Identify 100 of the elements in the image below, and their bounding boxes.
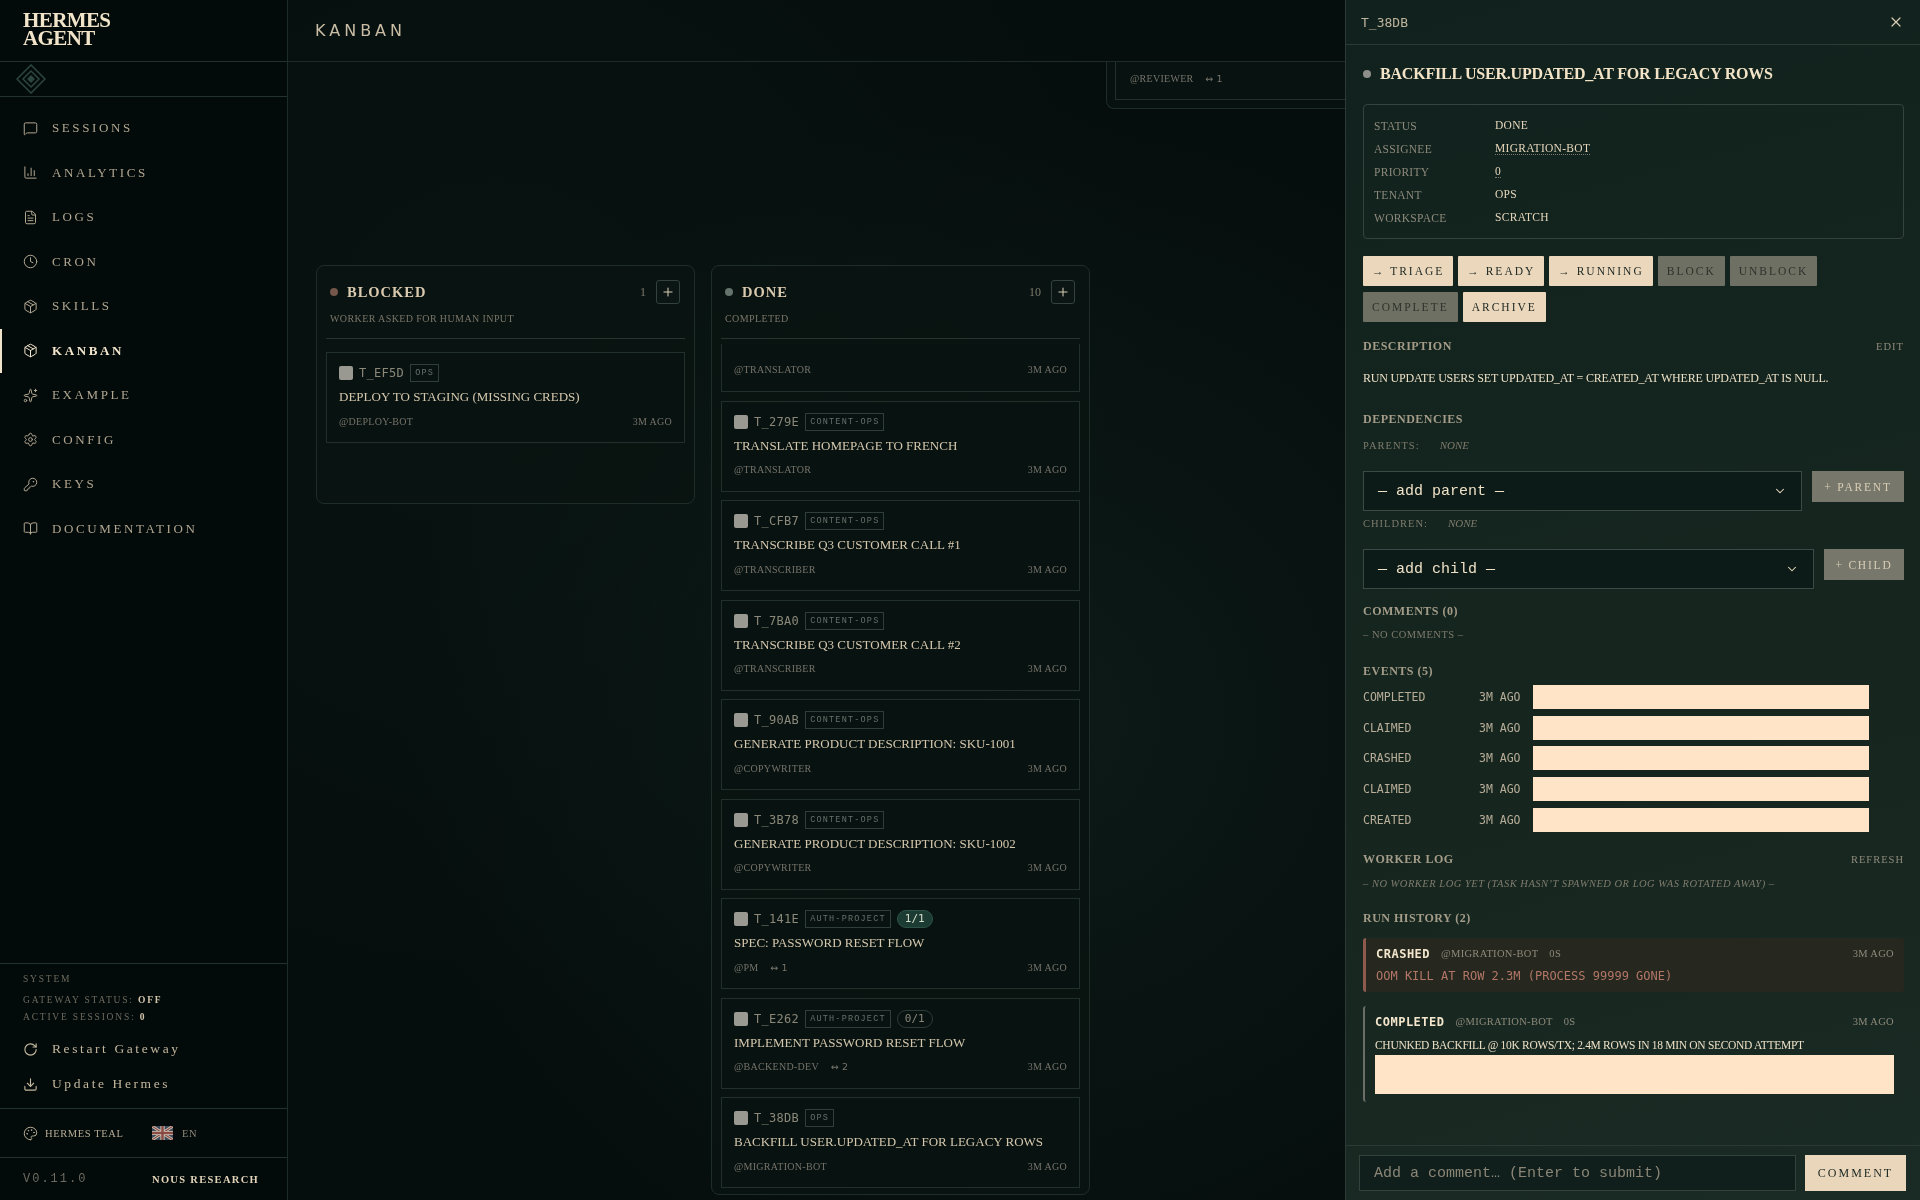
task-id: T_E262 [754, 1011, 800, 1026]
checkbox[interactable] [734, 1111, 748, 1125]
run-summary-text: CHUNKED BACKFILL @ 10K ROWS/TX; 2.4M ROWS IN 18 MIN ON SECOND ATTEMPT [1375, 1037, 1805, 1053]
task-id: T_90AB [754, 713, 800, 727]
task-card[interactable]: T_90AB CONTENT-OPS GENERATE PRODUCT DESCRIPTION: SKU-1001 @COPYWRITER 3M AGO [721, 699, 1080, 790]
task-card[interactable]: T_3B78 CONTENT-OPS GENERATE PRODUCT DESCRIPTION: SKU-1002 @COPYWRITER 3M AGO [721, 798, 1080, 890]
edit-link[interactable]: EDIT [1876, 340, 1904, 352]
nav-item[interactable]: DOCUMENTATION [0, 506, 287, 551]
nav-item[interactable]: EXAMPLE [0, 373, 287, 418]
settings-icon [23, 432, 38, 448]
field-value[interactable]: 0 [1495, 165, 1502, 178]
task-card[interactable]: T_7BA0 CONTENT-OPS TRANSCRIBE Q3 CUSTOMER CALL #2 @TRANSCRIBER 3M AGO [721, 599, 1080, 691]
parent-select[interactable]: — add parent — [1363, 471, 1802, 511]
checkbox[interactable] [339, 366, 353, 380]
checkbox[interactable] [734, 414, 748, 429]
age-text: 3M AGO [1027, 862, 1067, 873]
status-button[interactable]: → RUNNING [1549, 256, 1653, 286]
nav-item[interactable]: KEYS [0, 462, 287, 507]
column-subtitle: WORKER ASKED FOR HUMAN INPUT [329, 312, 515, 326]
checkbox[interactable] [734, 713, 748, 727]
event-time: 3M AGO [1479, 782, 1522, 797]
progress-badge: 1/1 [896, 910, 933, 928]
empty-comments-text: – NO COMMENTS – [1363, 629, 1465, 642]
children-value: NONE [1448, 517, 1478, 529]
nav-item[interactable]: LOGS [0, 195, 287, 240]
nav-item[interactable]: KANBAN [0, 328, 287, 373]
status-button[interactable]: → READY [1458, 256, 1545, 286]
checkbox[interactable] [734, 812, 748, 827]
task-card[interactable]: T_38DB OPS BACKFILL USER.UPDATED_AT FOR LEGACY ROWS @MIGRATION-BOT 3M AGO [721, 1097, 1080, 1188]
section-heading: COMMENTS (0) [1363, 603, 1458, 619]
credit-link[interactable]: NOUS RESEARCH [152, 1173, 260, 1185]
bar-chart-icon [23, 165, 38, 181]
add-card-button[interactable] [656, 280, 680, 304]
nav-item[interactable]: SKILLS [0, 284, 287, 329]
field-label: WORKSPACE [1374, 211, 1448, 224]
comment-button[interactable]: COMMENT [1805, 1155, 1906, 1191]
plus-icon [1056, 285, 1070, 299]
field-value: OPS [1495, 188, 1517, 201]
run-assignee: @MIGRATION-BOT [1441, 948, 1539, 960]
section-heading: DEPENDENCIES [1363, 411, 1464, 427]
flag-icon [152, 1126, 173, 1140]
field-value[interactable]: MIGRATION-BOT [1495, 142, 1591, 155]
task-id: T_141E [754, 912, 800, 926]
task-title: IMPLEMENT PASSWORD RESET FLOW [734, 1033, 967, 1052]
system-action-link[interactable]: Update Hermes [23, 1072, 171, 1096]
field-label: ASSIGNEE [1374, 142, 1433, 155]
child-select[interactable]: — add child — [1363, 549, 1814, 589]
column-subtitle: COMPLETED [724, 312, 790, 326]
task-card[interactable]: T_E262 AUTH-PROJECT 0/1 IMPLEMENT PASSWORD RESET FLOW @BACKEND-DEV ↔ 2 3M AGO [721, 997, 1080, 1089]
event-name: COMPLETED [1363, 690, 1427, 704]
event-time: 3M AGO [1479, 720, 1522, 735]
task-card[interactable]: T_141E AUTH-PROJECT 1/1 SPEC: PASSWORD RESET FLOW @PM ↔ 1 3M AGO [721, 898, 1080, 989]
checkbox[interactable] [734, 613, 748, 628]
status-button[interactable]: → TRIAGE [1363, 256, 1454, 286]
section-heading: EVENTS (5) [1363, 663, 1433, 679]
task-card[interactable]: T_EF5D OPS DEPLOY TO STAGING (MISSING CREDS) @DEPLOY-BOT 3M AGO [326, 352, 685, 443]
task-card[interactable]: T_CFB7 CONTENT-OPS TRANSCRIBE Q3 CUSTOMER CALL #1 @TRANSCRIBER 3M AGO [721, 500, 1080, 591]
field-value: DONE [1495, 119, 1529, 132]
task-card[interactable]: @TRANSLATOR 3M AGO [721, 344, 1080, 392]
assignee-text: @DEPLOY-BOT [339, 415, 414, 427]
open-book-icon [23, 521, 38, 537]
system-action-link[interactable]: Restart Gateway [23, 1037, 181, 1061]
project-tag: AUTH-PROJECT [805, 1009, 891, 1028]
nav-item[interactable]: CONFIG [0, 417, 287, 462]
theme-switcher[interactable]: HERMES TEAL [23, 1125, 152, 1141]
column-title: BLOCKED [347, 283, 428, 301]
children-label: CHILDREN: [1363, 517, 1428, 529]
logo-text: HERMES AGENT [23, 11, 111, 47]
assignee-text: @COPYWRITER [734, 862, 812, 873]
assignee-text: @BACKEND-DEV [734, 1061, 820, 1072]
age-text: 3M AGO [632, 415, 672, 427]
nav-item[interactable]: SESSIONS [0, 106, 287, 151]
checkbox[interactable] [734, 1011, 748, 1026]
project-tag: CONTENT-OPS [805, 810, 885, 829]
field-value: SCRATCH [1495, 211, 1549, 224]
clock-icon [23, 254, 38, 270]
task-title: TRANSCRIBE Q3 CUSTOMER CALL #1 [734, 536, 962, 554]
checkbox[interactable] [734, 912, 748, 926]
task-card[interactable]: T_279E CONTENT-OPS TRANSLATE HOMEPAGE TO FRENCH @TRANSLATOR 3M AGO [721, 400, 1080, 492]
language-switcher[interactable]: EN [152, 1126, 198, 1140]
parents-label: PARENTS: [1363, 439, 1420, 451]
task-card[interactable]: @REVIEWER ↔ 1 [1115, 62, 1345, 100]
nav-item[interactable]: CRON [0, 239, 287, 284]
age-text: 3M AGO [1027, 363, 1067, 375]
page-title: KANBAN [315, 21, 406, 40]
nav-item[interactable]: ANALYTICS [0, 150, 287, 195]
task-id: T_3B78 [754, 812, 800, 827]
age-text: 3M AGO [1027, 1061, 1067, 1072]
project-tag: CONTENT-OPS [805, 512, 885, 530]
status-button[interactable]: ARCHIVE [1462, 292, 1546, 322]
project-tag: OPS [410, 364, 440, 382]
event-time: 3M AGO [1479, 812, 1522, 827]
assignee-text: @TRANSLATOR [734, 363, 812, 375]
event-time: 3M AGO [1479, 751, 1522, 766]
panel-task-id: T_38DB [1361, 14, 1408, 30]
comment-input[interactable]: Add a comment… (Enter to submit) [1359, 1155, 1796, 1191]
section-heading: WORKER LOG [1363, 852, 1454, 868]
checkbox[interactable] [734, 514, 748, 528]
refresh-link[interactable]: REFRESH [1850, 854, 1904, 866]
add-card-button[interactable] [1051, 280, 1075, 304]
